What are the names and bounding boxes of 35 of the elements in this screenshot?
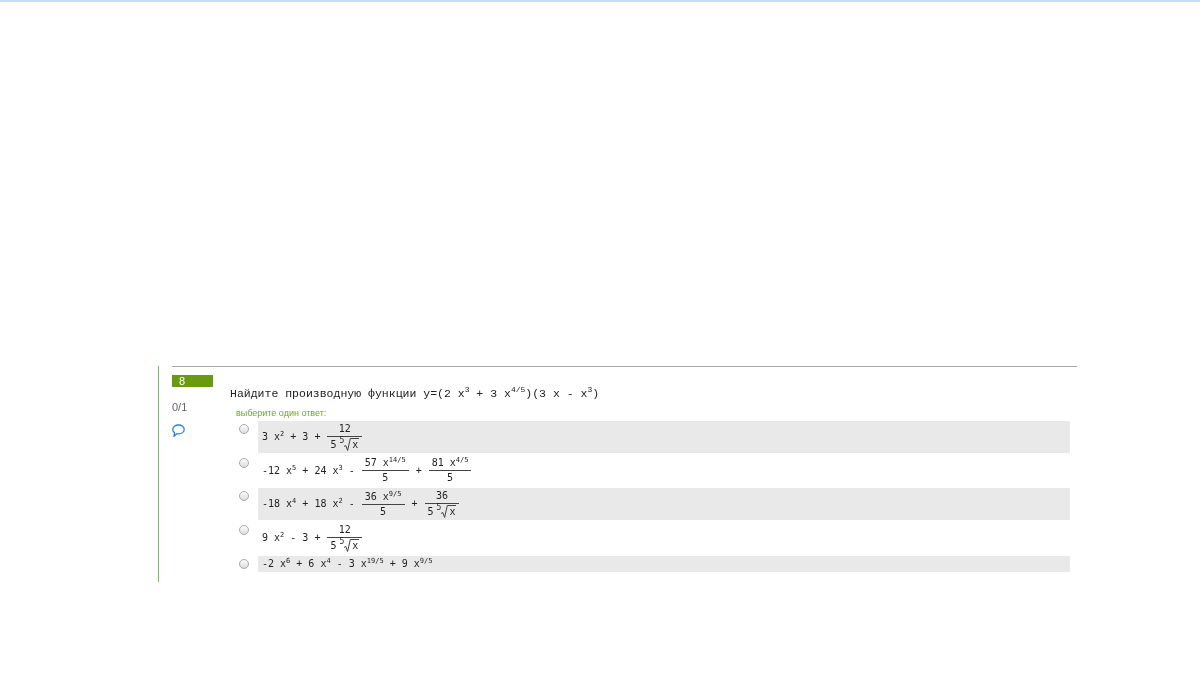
numerator-text: 57 x$^{14/5}$ — [364, 457, 406, 469]
question-number: 8 — [172, 375, 213, 387]
numerator-text: 36 x$^{9/5}$ — [364, 490, 402, 503]
radio-button[interactable] — [239, 491, 249, 501]
numerator-text: 12 — [338, 524, 351, 536]
radio-button[interactable] — [239, 424, 249, 434]
formula-text: -18 x$^{4}$ + 18 x$^{2}$ - — [262, 498, 355, 510]
radio-button[interactable] — [239, 458, 249, 468]
root-index: 5 — [339, 437, 345, 445]
denominator-text: 5 — [447, 472, 454, 484]
radicand-text: x — [351, 438, 360, 450]
comment-icon[interactable] — [172, 424, 185, 437]
denominator-text: 5 — [380, 505, 387, 518]
question-text: Найдите производную функции y=(2 x$^{3}$ + 3 x$^{4/5}$)(3 x - x$^{3}$) — [230, 386, 600, 402]
numerator-text: 81 x$^{4/5}$ — [431, 457, 469, 469]
denominator-text: 5 — [427, 506, 434, 518]
formula-text: -12 x$^{5}$ + 24 x$^{3}$ - — [262, 464, 355, 477]
radio-button[interactable] — [239, 559, 249, 569]
formula-text: 9 x$^{2}$ - 3 + — [262, 532, 321, 544]
root-index: 5 — [436, 504, 442, 512]
numerator-text: 36 — [435, 490, 448, 502]
radicand-text: x — [351, 539, 360, 551]
denominator-text: 5 — [382, 472, 389, 484]
denominator-text: 5 — [330, 439, 337, 451]
formula-text: -2 x$^{6}$ + 6 x$^{4}$ - 3 x$^{19/5}$ + 9 x$^{9/5}$ — [262, 558, 433, 570]
formula-text: 3 x$^{2}$ + 3 + — [262, 431, 321, 443]
numerator-text: 12 — [338, 423, 351, 435]
formula-text: + — [411, 498, 418, 510]
denominator-text: 5 — [330, 540, 337, 552]
radicand-text: x — [448, 505, 457, 517]
formula-text: + — [415, 464, 422, 477]
radio-button[interactable] — [239, 525, 249, 535]
answer-instruction: выберите один ответ: — [236, 408, 327, 418]
root-index: 5 — [339, 538, 345, 546]
question-score: 0/1 — [172, 401, 188, 413]
